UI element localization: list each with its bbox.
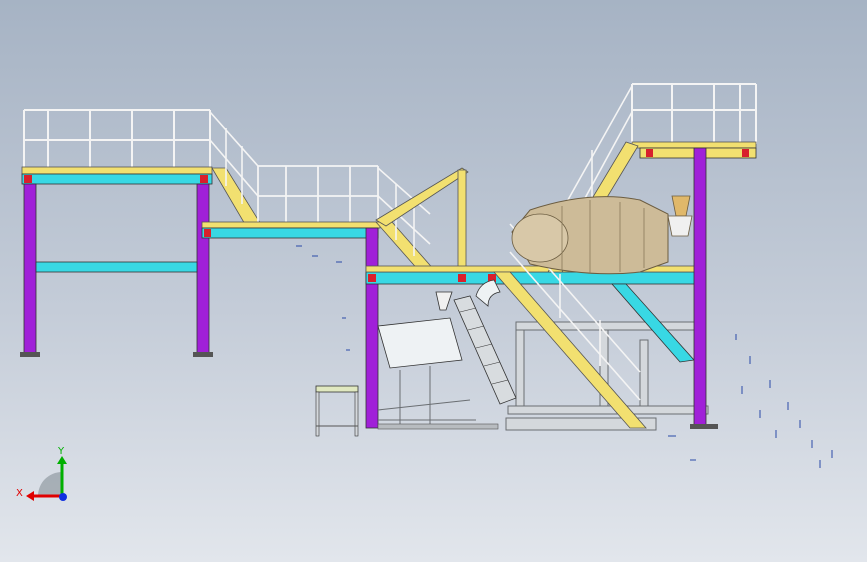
left-platform-beam — [21, 173, 213, 185]
mid-platform-railing — [257, 165, 379, 222]
right-platform-deck — [631, 141, 757, 149]
y-axis-label: Y — [57, 446, 65, 457]
left-column-a — [23, 183, 37, 357]
yellow-truss — [375, 167, 469, 271]
mid-platform-deck — [201, 221, 381, 229]
mixer-drum — [511, 195, 693, 275]
stair-1 — [209, 111, 263, 227]
left-platform-railing — [23, 109, 211, 168]
conveyor-unit — [377, 279, 517, 430]
right-platform-railing — [631, 83, 757, 144]
left-platform-deck — [21, 166, 213, 175]
left-mid-beam — [35, 261, 198, 273]
central-column — [365, 227, 379, 429]
mid-platform-beam — [201, 227, 379, 239]
cad-viewport[interactable]: X Y — [0, 0, 867, 562]
z-axis-dot — [59, 493, 67, 501]
x-axis-label: X — [16, 488, 23, 499]
right-column — [693, 147, 707, 429]
left-platform — [20, 109, 213, 357]
axis-triad[interactable]: X Y — [16, 446, 67, 501]
left-column-b — [196, 183, 210, 357]
triad-quadrant — [38, 472, 62, 496]
control-stand — [315, 385, 359, 437]
